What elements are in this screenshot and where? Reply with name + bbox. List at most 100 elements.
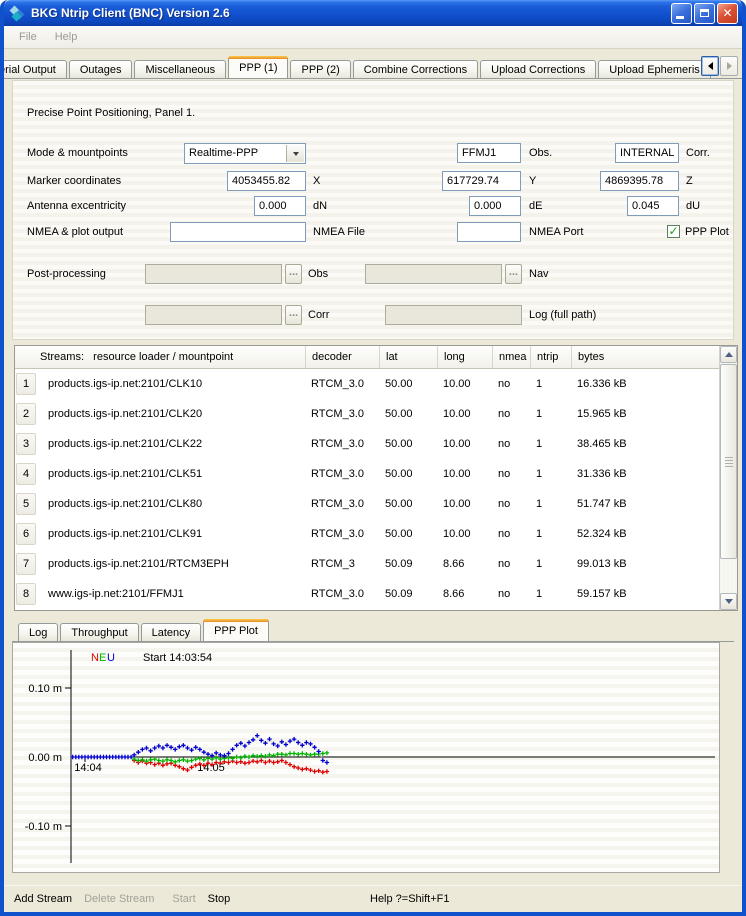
tab-combine-corrections[interactable]: Combine Corrections <box>353 60 478 79</box>
row-number: 3 <box>16 433 36 455</box>
table-cell: products.igs-ip.net:2101/CLK20 <box>37 399 305 429</box>
corr-mountpoint-field[interactable]: INTERNAL <box>615 143 679 163</box>
tab-upload-ephemeris[interactable]: Upload Ephemeris <box>598 60 711 79</box>
post-corr-field <box>145 305 282 325</box>
minimize-button[interactable] <box>671 3 692 24</box>
add-stream-button[interactable]: Add Stream <box>8 889 78 909</box>
table-cell: 10.00 <box>437 519 492 549</box>
table-scrollbar[interactable] <box>719 346 737 610</box>
table-cell: www.igs-ip.net:2101/FFMJ1 <box>37 579 305 609</box>
status-bar: Add Stream Delete Stream Start Stop Help… <box>4 885 742 912</box>
table-cell: products.igs-ip.net:2101/RTCM3EPH <box>37 549 305 579</box>
mode-combobox[interactable]: Realtime-PPP <box>184 143 306 164</box>
table-row[interactable]: 8www.igs-ip.net:2101/FFMJ1RTCM_3.050.098… <box>15 579 737 609</box>
start-button: Start <box>166 889 201 909</box>
stop-button[interactable]: Stop <box>202 889 237 909</box>
tab-ppp-2-[interactable]: PPP (2) <box>290 60 350 79</box>
post-nav-label: Nav <box>529 268 549 280</box>
row-number: 4 <box>16 463 36 485</box>
nmea-port-field[interactable] <box>457 222 521 242</box>
table-row[interactable]: 6products.igs-ip.net:2101/CLK91RTCM_3.05… <box>15 519 737 549</box>
close-button[interactable]: ✕ <box>717 3 738 24</box>
table-row[interactable]: 2products.igs-ip.net:2101/CLK20RTCM_3.05… <box>15 399 737 429</box>
chevron-down-icon[interactable] <box>286 145 304 162</box>
svg-text:U: U <box>107 652 115 664</box>
table-cell: 31.336 kB <box>571 459 720 489</box>
tab-upload-corrections[interactable]: Upload Corrections <box>480 60 596 79</box>
tab-log[interactable]: Log <box>18 623 58 642</box>
table-cell: 99.013 kB <box>571 549 720 579</box>
x-label: X <box>313 175 320 187</box>
table-row[interactable]: 3products.igs-ip.net:2101/CLK22RTCM_3.05… <box>15 429 737 459</box>
post-obs-field <box>145 264 282 284</box>
table-cell: 1 <box>530 549 571 579</box>
svg-text:-0.10 m: -0.10 m <box>25 821 62 833</box>
tab-latency[interactable]: Latency <box>141 623 202 642</box>
tab-scroll-left-button[interactable] <box>701 56 719 76</box>
table-cell: RTCM_3.0 <box>305 429 379 459</box>
table-cell: RTCM_3 <box>305 549 379 579</box>
table-cell: no <box>492 549 530 579</box>
column-header: Streams: resource loader / mountpoint <box>15 346 305 368</box>
tab-erial-output[interactable]: erial Output <box>4 60 67 79</box>
column-header: bytes <box>571 346 720 368</box>
table-cell: 50.00 <box>379 459 437 489</box>
scroll-up-icon <box>725 352 733 357</box>
de-label: dE <box>529 200 542 212</box>
table-cell: products.igs-ip.net:2101/CLK91 <box>37 519 305 549</box>
ppp-plot-checkbox[interactable]: ✓ <box>667 225 680 238</box>
table-row[interactable]: 5products.igs-ip.net:2101/CLK80RTCM_3.05… <box>15 489 737 519</box>
scroll-down-icon <box>725 599 733 604</box>
tab-ppp-plot[interactable]: PPP Plot <box>203 619 269 642</box>
table-cell: 52.324 kB <box>571 519 720 549</box>
help-shortcut-label: Help ?=Shift+F1 <box>370 893 450 905</box>
table-cell: 10.00 <box>437 459 492 489</box>
scroll-up-button[interactable] <box>720 346 737 363</box>
table-cell: 10.00 <box>437 489 492 519</box>
table-cell: RTCM_3.0 <box>305 579 379 609</box>
maximize-icon <box>700 9 709 17</box>
nmea-file-field[interactable] <box>170 222 306 242</box>
menu-help[interactable]: Help <box>46 28 87 46</box>
antenna-dn-field[interactable]: 0.000 <box>254 196 306 216</box>
menu-bar: File Help <box>4 26 742 49</box>
antenna-de-field[interactable]: 0.000 <box>469 196 521 216</box>
streams-table: Streams: resource loader / mountpointdec… <box>14 345 738 611</box>
post-obs-label: Obs <box>308 268 328 280</box>
table-cell: 50.00 <box>379 369 437 399</box>
table-row[interactable]: 4products.igs-ip.net:2101/CLK51RTCM_3.05… <box>15 459 737 489</box>
menu-file[interactable]: File <box>10 28 46 46</box>
column-header: decoder <box>305 346 379 368</box>
ppp-plot-label: PPP Plot <box>685 226 729 238</box>
table-cell: no <box>492 579 530 609</box>
tab-throughput[interactable]: Throughput <box>60 623 138 642</box>
tab-outages[interactable]: Outages <box>69 60 133 79</box>
tab-miscellaneous[interactable]: Miscellaneous <box>134 60 226 79</box>
streams-table-body: 1products.igs-ip.net:2101/CLK10RTCM_3.05… <box>15 369 737 609</box>
table-row[interactable]: 7products.igs-ip.net:2101/RTCM3EPHRTCM_3… <box>15 549 737 579</box>
tab-ppp-1-[interactable]: PPP (1) <box>228 56 288 79</box>
table-cell: 1 <box>530 489 571 519</box>
maximize-button[interactable] <box>694 3 715 24</box>
nmea-label: NMEA & plot output <box>27 226 123 238</box>
minimize-icon <box>676 16 684 19</box>
scrollbar-thumb[interactable] <box>720 364 737 559</box>
table-cell: products.igs-ip.net:2101/CLK51 <box>37 459 305 489</box>
table-cell: RTCM_3.0 <box>305 489 379 519</box>
window-title: BKG Ntrip Client (BNC) Version 2.6 <box>31 6 669 20</box>
tab-scroll-right-button[interactable] <box>720 56 738 76</box>
antenna-du-field[interactable]: 0.045 <box>627 196 679 216</box>
obs-mountpoint-field[interactable]: FFMJ1 <box>457 143 521 163</box>
y-label: Y <box>529 175 536 187</box>
scroll-down-button[interactable] <box>720 593 737 610</box>
table-cell: products.igs-ip.net:2101/CLK80 <box>37 489 305 519</box>
post-obs-browse-button: ... <box>285 264 302 284</box>
table-cell: 1 <box>530 459 571 489</box>
marker-x-field[interactable]: 4053455.82 <box>227 171 306 191</box>
marker-z-field[interactable]: 4869395.78 <box>600 171 679 191</box>
streams-table-header: Streams: resource loader / mountpointdec… <box>15 346 737 369</box>
tab-scroll-buttons <box>700 56 738 76</box>
table-cell: no <box>492 399 530 429</box>
table-row[interactable]: 1products.igs-ip.net:2101/CLK10RTCM_3.05… <box>15 369 737 399</box>
marker-y-field[interactable]: 617729.74 <box>442 171 521 191</box>
